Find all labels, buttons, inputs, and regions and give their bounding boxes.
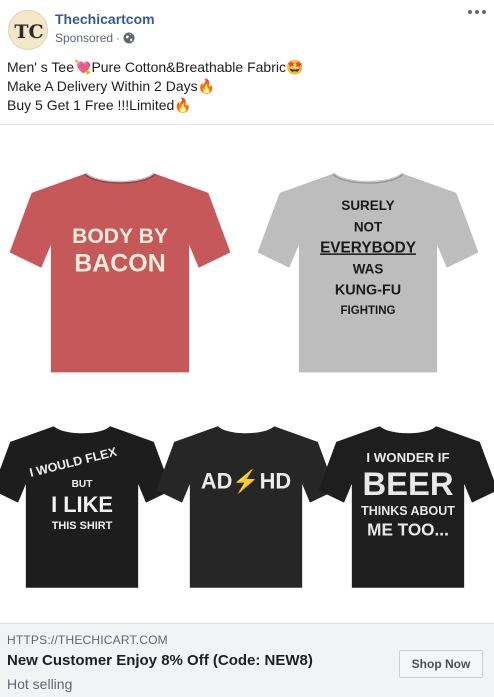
tshirt-print-text: EVERYBODY xyxy=(320,239,416,256)
sponsored-label[interactable]: Sponsored xyxy=(55,31,113,45)
link-headline[interactable]: New Customer Enjoy 8% Off (Code: NEW8) xyxy=(7,652,313,669)
shop-now-button[interactable]: Shop Now xyxy=(399,650,483,678)
tshirt-print-text: SURELY xyxy=(341,198,394,213)
tshirt-collage: BODY BY BACON SURELY NOT EVERYBODY WAS K… xyxy=(0,172,494,588)
tshirt-print-text: WAS xyxy=(353,262,384,277)
tshirt-print-text: THIS SHIRT xyxy=(52,520,113,532)
more-options-icon[interactable] xyxy=(466,4,488,20)
ad-image[interactable]: BODY BY BACON SURELY NOT EVERYBODY WAS K… xyxy=(0,124,494,622)
avatar-logo-icon: TC xyxy=(14,21,43,43)
post-caption: Men' s Tee💘Pure Cotton&Breathable Fabric… xyxy=(7,58,487,115)
tshirt-print-text: BEER xyxy=(363,465,454,502)
link-description: Hot selling xyxy=(7,676,73,692)
page-avatar[interactable]: TC xyxy=(8,10,48,50)
caption-line-2: Make A Delivery Within 2 Days🔥 xyxy=(7,78,216,94)
tshirt-body-by-bacon: BODY BY BACON xyxy=(9,172,231,373)
tshirt-print-text: NOT xyxy=(354,219,383,234)
tshirt-print-text: BODY BY xyxy=(72,225,168,248)
tshirt-print-text: ME TOO... xyxy=(367,519,449,539)
tshirt-flex: I WOULD FLEX BUT I LIKE THIS SHIRT xyxy=(0,426,172,588)
tshirt-beer: I WONDER IF BEER THINKS ABOUT ME TOO... xyxy=(318,426,494,588)
tshirt-print-text: KUNG-FU xyxy=(335,283,401,299)
tshirt-print-text: FIGHTING xyxy=(340,305,395,317)
link-url[interactable]: HTTPS://THECHICART.COM xyxy=(7,633,168,647)
tshirt-adhd: AD⚡HD xyxy=(156,426,336,588)
tshirt-print-text: BUT xyxy=(72,479,94,490)
tshirt-print-text: THINKS ABOUT xyxy=(361,504,455,518)
tshirt-kung-fu: SURELY NOT EVERYBODY WAS KUNG-FU FIGHTIN… xyxy=(257,172,479,373)
page-name-link[interactable]: Thechicartcom xyxy=(55,11,155,27)
avatar-initials: TC xyxy=(14,21,43,43)
caption-line-1: Men' s Tee💘Pure Cotton&Breathable Fabric… xyxy=(7,59,304,75)
post-header: TC Thechicartcom Sponsored · xyxy=(0,0,494,56)
link-footer[interactable]: HTTPS://THECHICART.COM New Customer Enjo… xyxy=(0,623,494,697)
tshirt-shape xyxy=(156,426,336,588)
tshirt-print-text: I WONDER IF xyxy=(366,450,449,465)
tshirt-print-text: BACON xyxy=(74,250,166,278)
sponsored-row: Sponsored · xyxy=(55,31,135,45)
caption-line-3: Buy 5 Get 1 Free !!!Limited🔥 xyxy=(7,97,192,113)
sponsored-separator: · xyxy=(116,31,121,45)
globe-icon xyxy=(123,32,135,44)
tshirt-print-text: I LIKE xyxy=(51,492,113,517)
tshirt-print-text: AD⚡HD xyxy=(201,469,291,495)
